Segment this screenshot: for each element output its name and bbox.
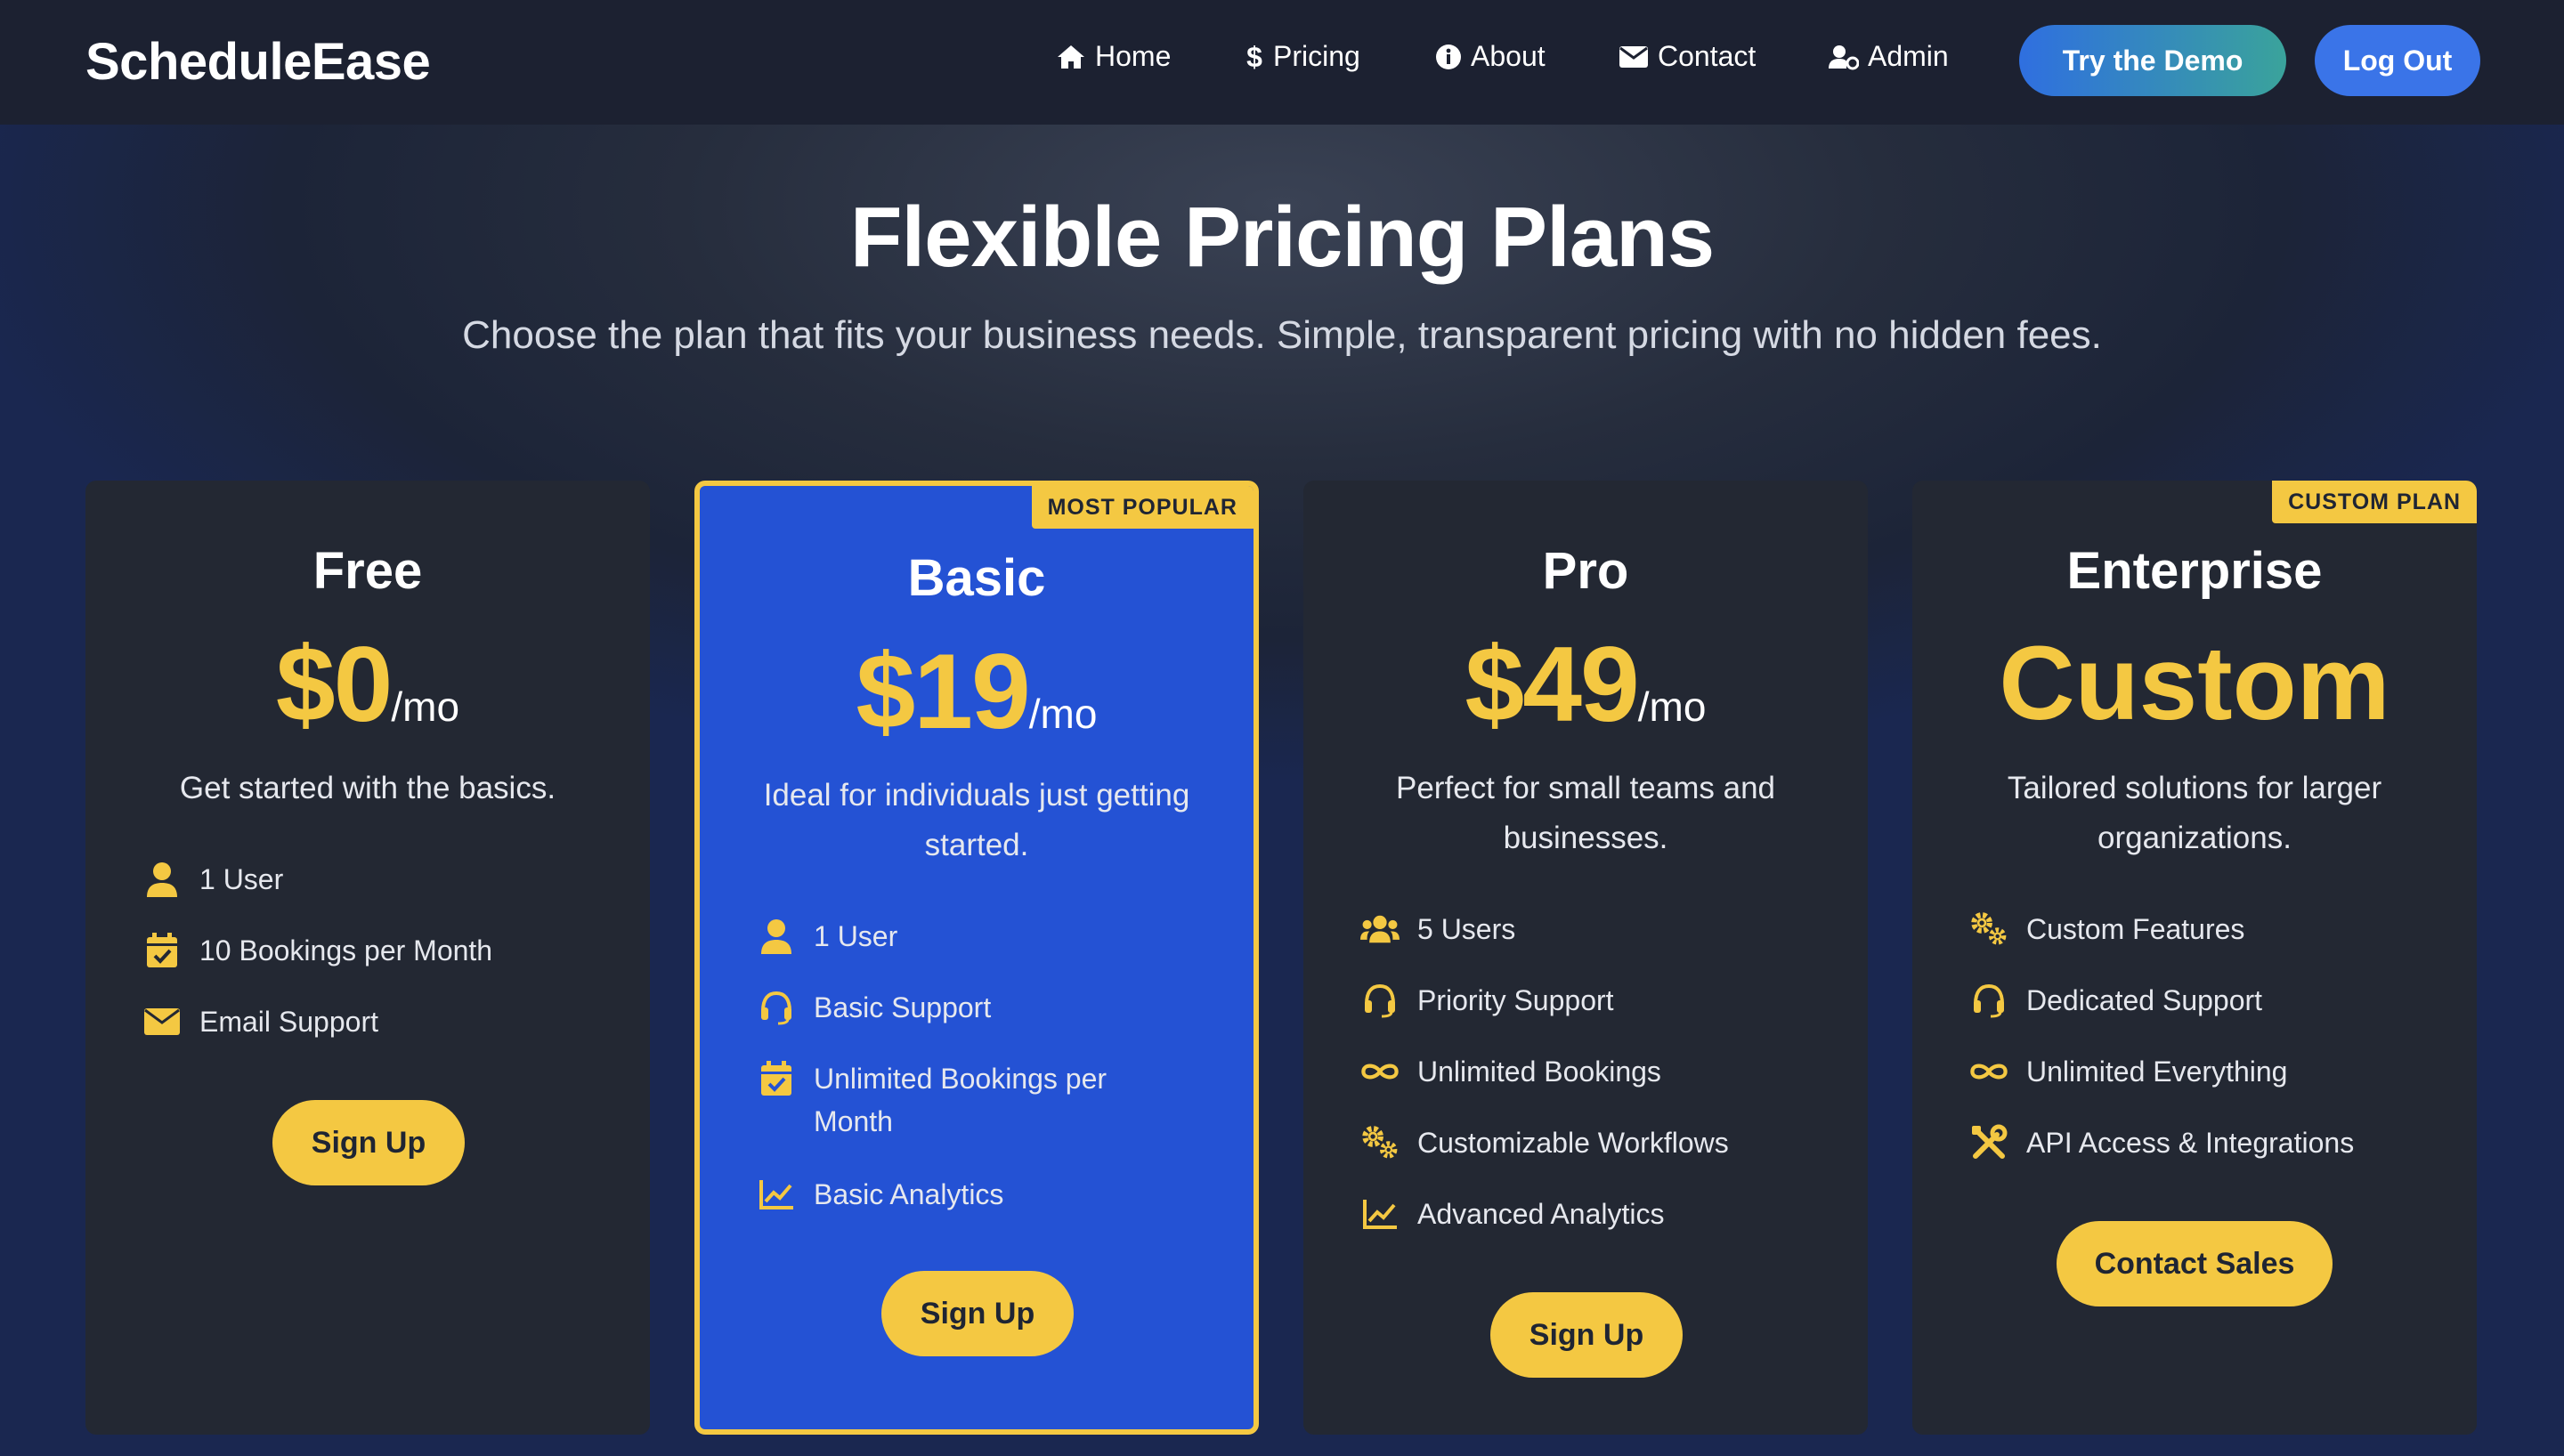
feature-text: Unlimited Bookings [1417, 1056, 1661, 1088]
plan-name: Basic [907, 549, 1046, 607]
feature-item: 1 User [757, 915, 897, 958]
sign-up-button[interactable]: Sign Up [272, 1100, 465, 1185]
nav-contact-label: Contact [1658, 40, 1757, 72]
tools-icon [1972, 1124, 2008, 1159]
plan-price: $19/mo [700, 630, 1254, 753]
nav-home-label: Home [1095, 40, 1172, 72]
headset-icon [1365, 983, 1395, 1018]
envelope-icon [144, 1008, 180, 1035]
feature-item: Priority Support [1360, 979, 1614, 1022]
price-period: /mo [391, 684, 460, 730]
feature-text: Unlimited Bookings per Month [814, 1063, 1108, 1137]
nav-contact[interactable]: Contact [1619, 40, 1756, 73]
calendar-check-icon [761, 1061, 791, 1096]
infinity-icon [1970, 1064, 2008, 1080]
sign-up-button[interactable]: Sign Up [1490, 1292, 1683, 1378]
feature-item: 10 Bookings per Month [142, 929, 492, 972]
feature-item: Basic Analytics [757, 1173, 1003, 1216]
top-navbar: ScheduleEase Home $ Pricing About Contac… [0, 0, 2564, 125]
feature-text: Priority Support [1417, 984, 1614, 1016]
nav-home[interactable]: Home [1056, 40, 1171, 73]
most-popular-badge: MOST POPULAR [1031, 486, 1254, 529]
feature-item: API Access & Integrations [1969, 1121, 2354, 1164]
info-icon [1436, 44, 1461, 69]
chart-line-icon [759, 1180, 793, 1209]
brand-logo[interactable]: ScheduleEase [85, 32, 431, 92]
cogs-icon [1362, 1126, 1398, 1159]
feature-item: Basic Support [757, 986, 991, 1029]
envelope-icon [1619, 45, 1648, 68]
price-amount: Custom [1999, 625, 2390, 742]
plan-description: Perfect for small teams and businesses. [1396, 771, 1775, 855]
plan-description: Get started with the basics. [179, 771, 556, 805]
home-icon [1058, 44, 1084, 69]
plan-description: Ideal for individuals just getting start… [763, 778, 1190, 862]
user-icon [147, 862, 177, 897]
feature-text: Custom Features [2026, 913, 2245, 945]
try-demo-button[interactable]: Try the Demo [2019, 25, 2286, 96]
plan-price: $0/mo [85, 623, 650, 746]
feature-item: Unlimited Bookings [1360, 1050, 1661, 1093]
price-period: /mo [1028, 691, 1098, 737]
plan-price: $49/mo [1303, 623, 1868, 746]
feature-text: 5 Users [1417, 913, 1516, 945]
calendar-check-icon [147, 933, 177, 967]
nav-pricing-label: Pricing [1273, 40, 1360, 72]
nav-about[interactable]: About [1435, 40, 1546, 73]
plan-card-free: Free $0/mo Get started with the basics. … [85, 481, 650, 1435]
page-title: Flexible Pricing Plans [849, 190, 1715, 285]
user-cog-icon [1829, 44, 1859, 69]
svg-text:$: $ [1246, 42, 1262, 72]
custom-plan-badge: CUSTOM PLAN [2272, 481, 2477, 523]
page-subtitle: Choose the plan that fits your business … [462, 313, 2102, 357]
plan-name: Free [312, 542, 423, 600]
feature-text: Advanced Analytics [1417, 1198, 1665, 1230]
price-amount: $0 [275, 625, 393, 744]
feature-item: 1 User [142, 858, 283, 901]
headset-icon [761, 991, 791, 1025]
nav-admin[interactable]: Admin [1829, 40, 1949, 73]
feature-item: Custom Features [1969, 908, 2244, 950]
feature-item: Email Support [142, 1000, 378, 1043]
plan-price: Custom [1912, 623, 2477, 744]
nav-about-label: About [1471, 40, 1546, 72]
feature-text: 1 User [814, 920, 898, 952]
feature-item: Unlimited Bookings per Month [757, 1057, 1131, 1143]
feature-text: 10 Bookings per Month [199, 934, 493, 967]
feature-text: Unlimited Everything [2026, 1056, 2288, 1088]
nav-admin-label: Admin [1868, 40, 1949, 72]
feature-text: 1 User [199, 863, 284, 895]
sign-up-button[interactable]: Sign Up [881, 1271, 1074, 1356]
feature-text: Email Support [199, 1006, 378, 1038]
feature-text: Basic Support [814, 991, 992, 1023]
price-amount: $49 [1465, 625, 1640, 744]
users-icon [1360, 915, 1400, 943]
feature-item: Dedicated Support [1969, 979, 2262, 1022]
feature-text: Customizable Workflows [1417, 1127, 1729, 1159]
feature-text: Basic Analytics [814, 1178, 1004, 1210]
dollar-icon: $ [1246, 42, 1262, 72]
plan-card-enterprise: CUSTOM PLAN Enterprise Custom Tailored s… [1912, 481, 2477, 1435]
plan-card-pro: Pro $49/mo Perfect for small teams and b… [1303, 481, 1868, 1435]
plan-description: Tailored solutions for larger organizati… [2007, 771, 2382, 855]
price-period: /mo [1637, 684, 1707, 730]
feature-item: Customizable Workflows [1360, 1121, 1729, 1164]
logout-button[interactable]: Log Out [2315, 25, 2480, 96]
feature-text: API Access & Integrations [2026, 1127, 2355, 1159]
cogs-icon [1971, 912, 2007, 945]
feature-text: Dedicated Support [2026, 984, 2263, 1016]
plan-card-basic: MOST POPULAR Basic $19/mo Ideal for indi… [694, 481, 1259, 1435]
contact-sales-button[interactable]: Contact Sales [2057, 1221, 2333, 1306]
plan-name: Enterprise [2066, 542, 2323, 600]
plan-name: Pro [1542, 542, 1629, 600]
infinity-icon [1361, 1064, 1399, 1080]
feature-item: 5 Users [1360, 908, 1515, 950]
headset-icon [1974, 983, 2004, 1018]
price-amount: $19 [856, 632, 1031, 751]
user-icon [761, 919, 791, 954]
feature-item: Advanced Analytics [1360, 1193, 1665, 1235]
nav-pricing[interactable]: $ Pricing [1245, 40, 1360, 73]
feature-item: Unlimited Everything [1969, 1050, 2287, 1093]
chart-line-icon [1363, 1200, 1397, 1229]
